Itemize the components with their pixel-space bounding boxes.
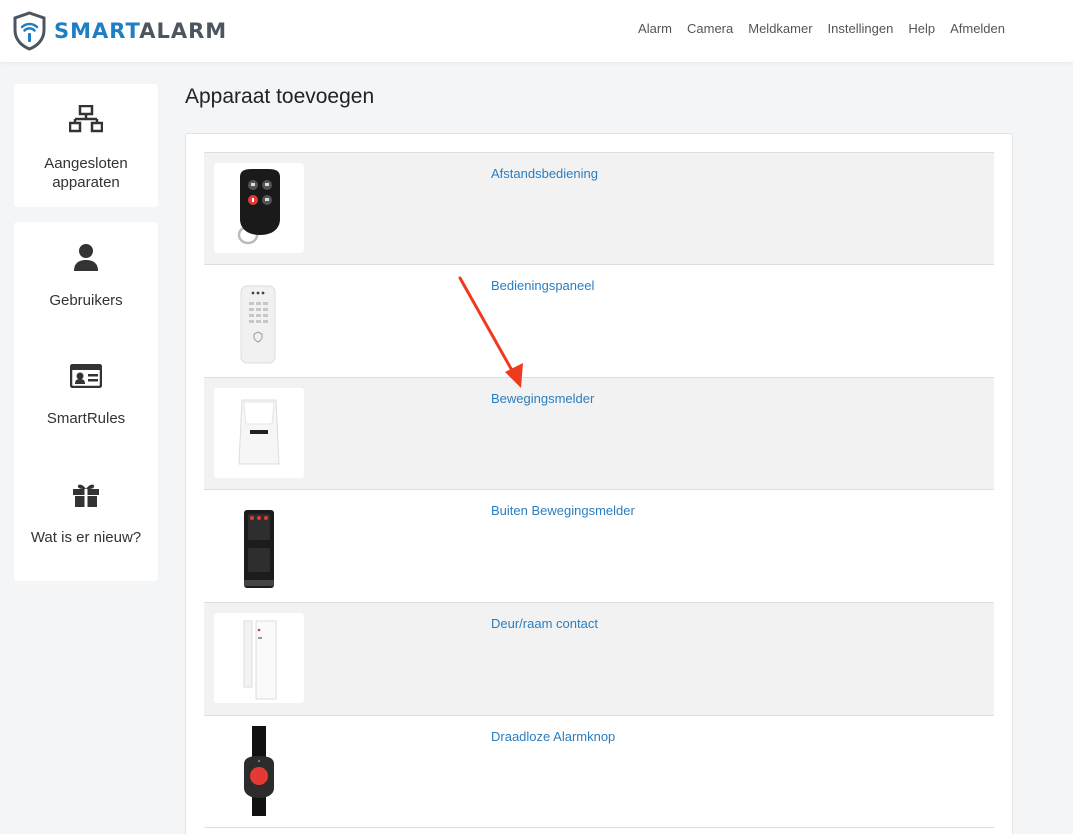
nav-camera[interactable]: Camera <box>687 21 733 36</box>
logo-text-alarm: ALARM <box>139 19 228 43</box>
device-link-draadloze-alarmknop[interactable]: Draadloze Alarmknop <box>491 729 615 744</box>
device-link-bedieningspaneel[interactable]: Bedieningspaneel <box>491 278 594 293</box>
device-row[interactable]: Draadloze Alarmknop <box>204 715 994 828</box>
sidebar-item-connected-devices[interactable]: Aangesloten apparaten <box>14 84 158 207</box>
device-row[interactable]: Bewegingsmelder <box>204 377 994 490</box>
device-link-bewegingsmelder[interactable]: Bewegingsmelder <box>491 391 594 406</box>
device-link-buiten-bewegingsmelder[interactable]: Buiten Bewegingsmelder <box>491 503 635 518</box>
user-icon <box>14 242 158 272</box>
nav-instellingen[interactable]: Instellingen <box>828 21 894 36</box>
logo-text-smart: SMART <box>54 19 140 43</box>
sidebar-item-users[interactable]: Gebruikers <box>14 222 158 345</box>
panic-button-image <box>214 726 304 816</box>
sidebar-item-label: SmartRules <box>46 410 126 427</box>
remote-control-image <box>214 163 304 253</box>
shield-wifi-icon <box>13 11 46 51</box>
nav-meldkamer[interactable]: Meldkamer <box>748 21 812 36</box>
door-contact-image <box>214 613 304 703</box>
device-row[interactable]: Afstandsbediening <box>204 152 994 265</box>
keypad-image <box>214 275 304 365</box>
top-navbar: SMARTALARM Alarm Camera Meldkamer Instel… <box>0 0 1073 62</box>
device-row[interactable]: Bedieningspaneel <box>204 264 994 377</box>
sidebar-item-label: Gebruikers <box>49 292 123 309</box>
gift-icon <box>14 482 158 508</box>
sidebar-item-label: Wat is er nieuw? <box>30 529 142 546</box>
id-card-icon <box>14 364 158 388</box>
nav-afmelden[interactable]: Afmelden <box>950 21 1005 36</box>
sidebar-item-smartrules[interactable]: SmartRules <box>14 340 158 463</box>
logo[interactable]: SMARTALARM <box>13 11 227 51</box>
device-row <box>204 827 994 834</box>
sidebar-item-label: Aangesloten apparaten <box>44 155 128 191</box>
device-row[interactable]: Deur/raam contact <box>204 602 994 715</box>
nav-help[interactable]: Help <box>908 21 935 36</box>
device-link-deur-raam-contact[interactable]: Deur/raam contact <box>491 616 598 631</box>
nav-alarm[interactable]: Alarm <box>638 21 672 36</box>
sidebar-item-whats-new[interactable]: Wat is er nieuw? <box>14 458 158 581</box>
main-nav: Alarm Camera Meldkamer Instellingen Help… <box>638 21 1005 36</box>
page-title: Apparaat toevoegen <box>185 85 375 108</box>
network-icon <box>14 105 158 133</box>
logo-text: SMARTALARM <box>54 19 227 43</box>
motion-sensor-image <box>214 388 304 478</box>
device-link-afstandsbediening[interactable]: Afstandsbediening <box>491 166 598 181</box>
device-row[interactable]: Buiten Bewegingsmelder <box>204 489 994 602</box>
outdoor-motion-sensor-image <box>214 500 304 590</box>
